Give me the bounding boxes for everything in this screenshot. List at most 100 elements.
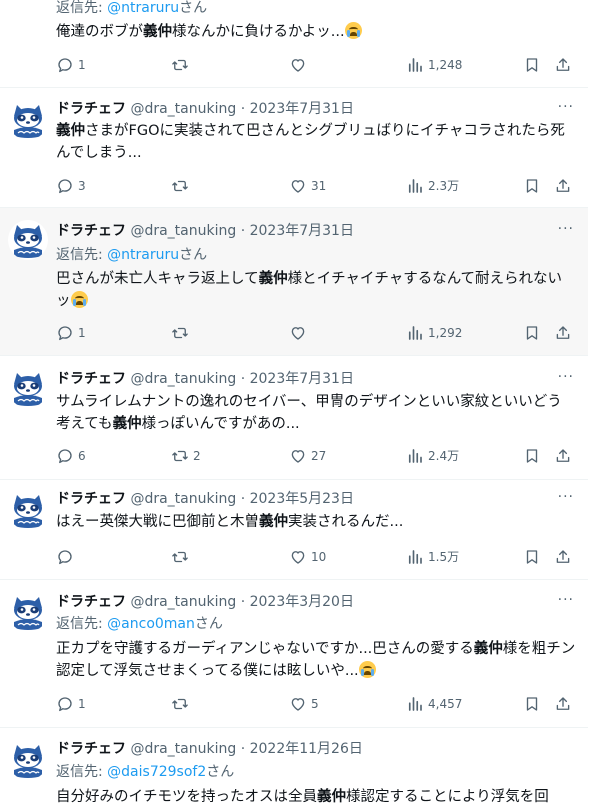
avatar[interactable] (8, 100, 48, 140)
action-bar: 1 1,248 (56, 55, 576, 75)
user-handle[interactable]: @dra_tanuking (130, 371, 236, 387)
share-button[interactable] (554, 694, 572, 714)
tweet-header: ドラチェフ @dra_tanuking · 2023年7月31日 (56, 222, 580, 240)
reply-button[interactable]: 3 (56, 176, 86, 196)
tweet-date[interactable]: 2022年11月26日 (250, 741, 363, 757)
reply-suffix: さん (179, 0, 208, 16)
more-icon[interactable]: ··· (558, 488, 574, 506)
avatar[interactable] (8, 490, 48, 530)
display-name[interactable]: ドラチェフ (56, 101, 126, 117)
reply-prefix: 返信先: (56, 616, 108, 632)
crying-emoji-icon (358, 661, 376, 678)
tweet-header: ドラチェフ @dra_tanuking · 2023年7月31日 (56, 370, 580, 388)
bookmark-button[interactable] (523, 694, 541, 714)
replies-count: 1 (78, 58, 86, 72)
views-button[interactable]: 2.3万 (406, 176, 459, 196)
reply-button[interactable] (56, 547, 78, 567)
likes-count: 10 (311, 550, 327, 564)
display-name[interactable]: ドラチェフ (56, 491, 126, 507)
more-icon[interactable]: ··· (558, 368, 574, 386)
reply-icon (56, 56, 74, 74)
reply-button[interactable]: 1 (56, 323, 86, 343)
tweet[interactable]: ドラチェフ @dra_tanuking · 2023年3月20日 ··· 返信先… (0, 580, 588, 728)
tweet[interactable]: ドラチェフ @dra_tanuking · 2023年5月23日 ··· はえー… (0, 480, 588, 580)
retweet-button[interactable] (171, 547, 193, 567)
retweet-button[interactable] (171, 55, 193, 75)
share-button[interactable] (554, 547, 572, 567)
like-button[interactable] (289, 323, 311, 343)
bookmark-button[interactable] (523, 547, 541, 567)
like-button[interactable]: 10 (289, 547, 326, 567)
share-button[interactable] (554, 323, 572, 343)
retweet-button[interactable] (171, 176, 193, 196)
views-button[interactable]: 4,457 (406, 694, 462, 714)
retweet-button[interactable] (171, 323, 193, 343)
action-bar: 10 1.5万 (56, 547, 576, 567)
views-icon (406, 56, 424, 74)
user-handle[interactable]: @dra_tanuking (130, 741, 236, 757)
user-handle[interactable]: @dra_tanuking (130, 101, 236, 117)
like-button[interactable]: 5 (289, 694, 319, 714)
more-icon[interactable]: ··· (558, 220, 574, 238)
share-button[interactable] (554, 446, 572, 466)
reply-to: 返信先: @anco0manさん (56, 614, 223, 634)
more-icon[interactable]: ··· (558, 98, 574, 116)
avatar[interactable] (8, 592, 48, 632)
display-name[interactable]: ドラチェフ (56, 741, 126, 757)
bookmark-button[interactable] (523, 55, 541, 75)
tweet-date[interactable]: 2023年5月23日 (250, 491, 354, 507)
tweet[interactable]: 返信先: @ntraruruさん 俺達のボブが義仲様なんかに負けるかよッ... … (0, 0, 588, 88)
retweet-button[interactable]: 2 (171, 446, 201, 466)
share-button[interactable] (554, 176, 572, 196)
bookmark-icon (523, 56, 541, 74)
tweet-date[interactable]: 2023年7月31日 (250, 223, 354, 239)
reply-handle-link[interactable]: @anco0man (107, 616, 195, 632)
tweet[interactable]: ドラチェフ @dra_tanuking · 2022年11月26日 返信先: @… (0, 728, 588, 808)
like-button[interactable]: 31 (289, 176, 326, 196)
scrollbar[interactable] (592, 0, 610, 798)
avatar[interactable] (8, 220, 48, 260)
views-icon (406, 177, 424, 195)
views-button[interactable]: 2.4万 (406, 446, 459, 466)
share-button[interactable] (554, 55, 572, 75)
avatar[interactable] (8, 368, 48, 408)
retweet-button[interactable] (171, 694, 193, 714)
retweet-icon (171, 177, 189, 195)
like-button[interactable] (289, 55, 311, 75)
bookmark-icon (523, 548, 541, 566)
bookmark-button[interactable] (523, 323, 541, 343)
like-button[interactable]: 27 (289, 446, 326, 466)
views-button[interactable]: 1.5万 (406, 547, 459, 567)
bookmark-button[interactable] (523, 446, 541, 466)
reply-handle-link[interactable]: @ntraruru (107, 0, 179, 16)
views-button[interactable]: 1,248 (406, 55, 462, 75)
replies-count: 3 (78, 179, 86, 193)
reply-to: 返信先: @dais729sof2さん (56, 762, 234, 782)
display-name[interactable]: ドラチェフ (56, 371, 126, 387)
more-icon[interactable]: ··· (558, 591, 574, 609)
display-name[interactable]: ドラチェフ (56, 594, 126, 610)
reply-handle-link[interactable]: @dais729sof2 (107, 764, 206, 780)
display-name[interactable]: ドラチェフ (56, 223, 126, 239)
tweet-header: ドラチェフ @dra_tanuking · 2023年7月31日 (56, 100, 580, 118)
tweet-header: ドラチェフ @dra_tanuking · 2023年3月20日 (56, 593, 580, 611)
tweet[interactable]: ドラチェフ @dra_tanuking · 2023年7月31日 ··· サムラ… (0, 356, 588, 480)
reply-button[interactable]: 6 (56, 446, 86, 466)
avatar[interactable] (8, 740, 48, 780)
reply-icon (56, 177, 74, 195)
reply-handle-link[interactable]: @ntraruru (107, 247, 179, 263)
bookmark-button[interactable] (523, 176, 541, 196)
user-handle[interactable]: @dra_tanuking (130, 594, 236, 610)
tweet-date[interactable]: 2023年3月20日 (250, 594, 354, 610)
tweet-date[interactable]: 2023年7月31日 (250, 371, 354, 387)
tweet-date[interactable]: 2023年7月31日 (250, 101, 354, 117)
user-handle[interactable]: @dra_tanuking (130, 491, 236, 507)
tweet[interactable]: ドラチェフ @dra_tanuking · 2023年7月31日 ··· 返信先… (0, 208, 588, 356)
reply-button[interactable]: 1 (56, 55, 86, 75)
replies-count: 1 (78, 326, 86, 340)
reply-button[interactable]: 1 (56, 694, 86, 714)
user-handle[interactable]: @dra_tanuking (130, 223, 236, 239)
tweet[interactable]: ドラチェフ @dra_tanuking · 2023年7月31日 ··· 義仲さ… (0, 88, 588, 208)
views-button[interactable]: 1,292 (406, 323, 462, 343)
separator: · (236, 371, 250, 387)
